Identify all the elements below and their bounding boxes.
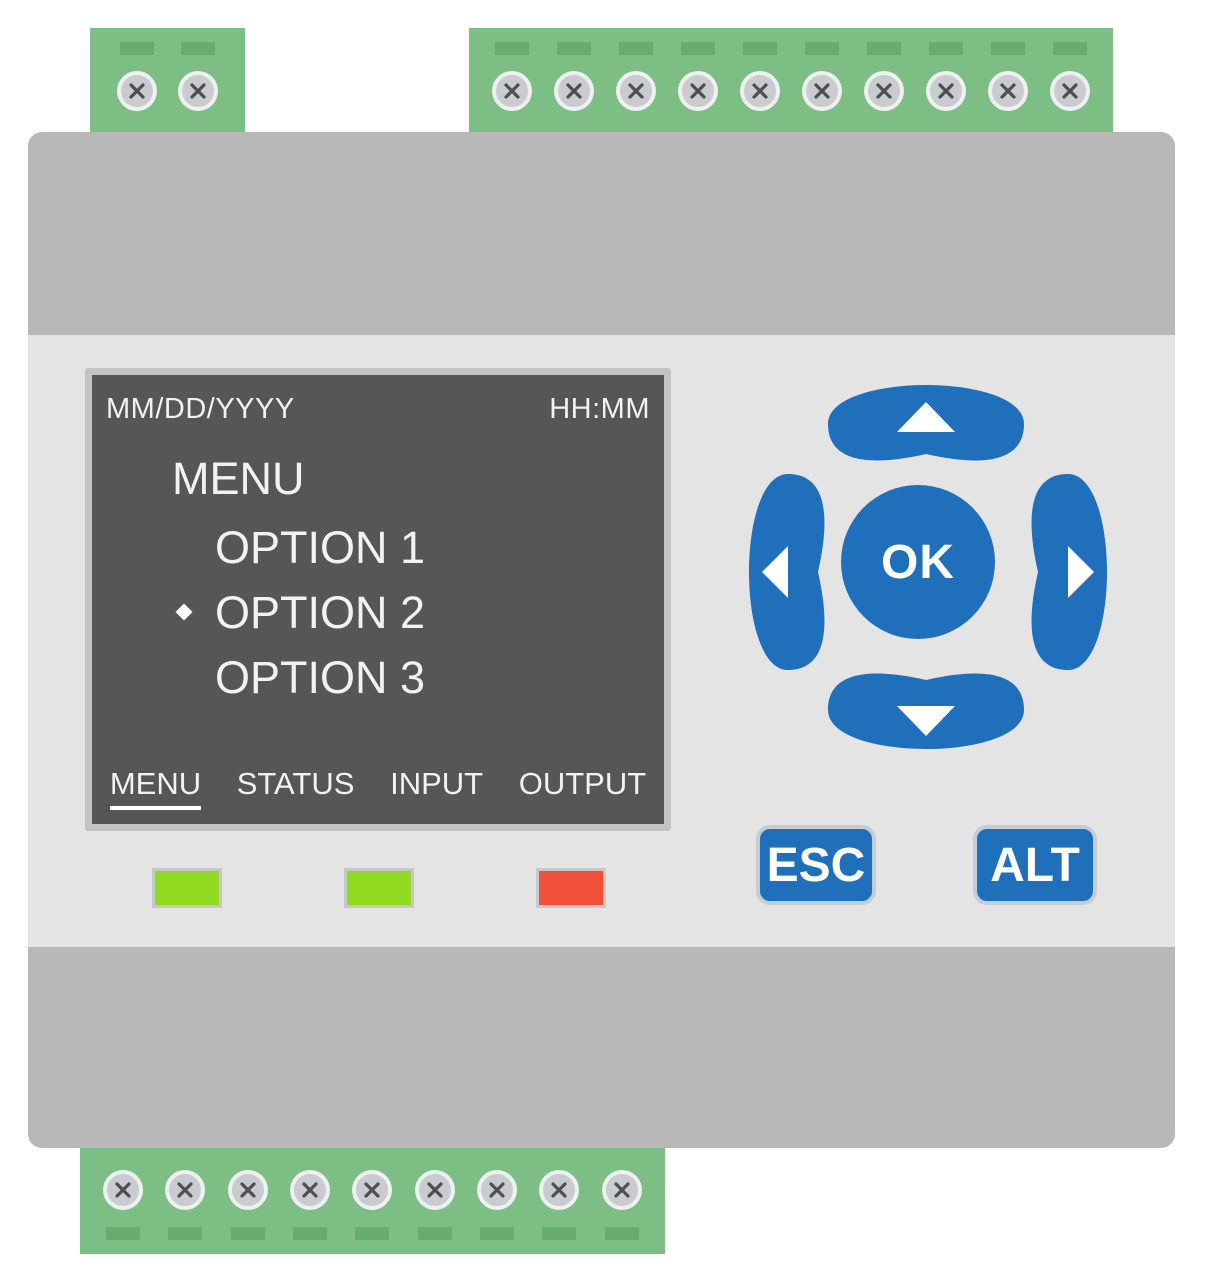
lcd-option-label: OPTION 2: [215, 587, 426, 638]
lcd-option-label: OPTION 1: [215, 522, 426, 573]
lcd-date: MM/DD/YYYY: [106, 393, 295, 425]
screw-icon: [988, 71, 1028, 111]
screw-icon: [477, 1170, 518, 1210]
screw-icon: [539, 1170, 580, 1210]
terminal: [472, 1148, 522, 1254]
terminal: [735, 28, 785, 132]
plc-housing: MM/DD/YYYY HH:MM MENU OPTION 1 OPTION 2 …: [28, 132, 1175, 1148]
screw-icon: [802, 71, 842, 111]
terminal: [983, 28, 1033, 132]
terminal-slot: [619, 42, 653, 55]
terminal-slot: [542, 1227, 577, 1240]
terminal: [98, 1148, 148, 1254]
screw-icon: [103, 1170, 144, 1210]
terminal-slot: [495, 42, 529, 55]
left-button[interactable]: [749, 474, 825, 670]
terminal-block-bottom: [80, 1148, 665, 1254]
screw-icon: [601, 1170, 642, 1210]
terminal-slot: [106, 1227, 141, 1240]
terminal: [549, 28, 599, 132]
terminal: [347, 1148, 397, 1254]
status-led-2: [344, 868, 414, 908]
directional-keypad: OK: [728, 372, 1128, 772]
terminal: [410, 1148, 460, 1254]
screw-icon: [492, 71, 532, 111]
terminal-slot: [417, 1227, 452, 1240]
terminal-slot: [743, 42, 777, 55]
terminal: [859, 28, 909, 132]
status-led-3: [536, 868, 606, 908]
screw-icon: [116, 71, 157, 111]
lcd-option-3[interactable]: OPTION 3: [172, 645, 425, 710]
terminal: [223, 1148, 273, 1254]
screw-icon: [678, 71, 718, 111]
up-button[interactable]: [828, 385, 1024, 461]
terminal: [160, 1148, 210, 1254]
tab-status[interactable]: STATUS: [237, 766, 355, 810]
terminal-slot: [805, 42, 839, 55]
tab-output[interactable]: OUTPUT: [519, 766, 646, 810]
tab-input[interactable]: INPUT: [390, 766, 483, 810]
screw-icon: [352, 1170, 393, 1210]
screw-icon: [178, 71, 219, 111]
screw-icon: [1050, 71, 1090, 111]
lcd-menu-title: MENU: [172, 453, 305, 504]
esc-button[interactable]: ESC: [756, 825, 876, 905]
lcd-bezel: MM/DD/YYYY HH:MM MENU OPTION 1 OPTION 2 …: [85, 368, 671, 831]
terminal-slot: [230, 1227, 265, 1240]
terminal: [112, 28, 162, 132]
terminal-slot: [355, 1227, 390, 1240]
screw-icon: [290, 1170, 331, 1210]
terminal: [921, 28, 971, 132]
screw-icon: [554, 71, 594, 111]
terminal: [534, 1148, 584, 1254]
lcd-option-1[interactable]: OPTION 1: [172, 515, 425, 580]
terminal-slot: [867, 42, 901, 55]
lcd-screen: MM/DD/YYYY HH:MM MENU OPTION 1 OPTION 2 …: [92, 375, 664, 824]
ok-button[interactable]: OK: [841, 485, 995, 639]
screw-icon: [616, 71, 656, 111]
terminal: [611, 28, 661, 132]
terminal-slot: [181, 42, 216, 55]
screw-icon: [227, 1170, 268, 1210]
down-button[interactable]: [828, 673, 1024, 749]
terminal: [597, 1148, 647, 1254]
terminal: [487, 28, 537, 132]
terminal-block-top-right: [469, 28, 1113, 132]
terminal-slot: [681, 42, 715, 55]
terminal-slot: [119, 42, 154, 55]
right-button[interactable]: [1031, 474, 1107, 670]
terminal-slot: [929, 42, 963, 55]
status-led-1: [152, 868, 222, 908]
tab-menu[interactable]: MENU: [109, 766, 202, 810]
screw-icon: [414, 1170, 455, 1210]
terminal-slot: [557, 42, 591, 55]
terminal-slot: [1053, 42, 1087, 55]
lcd-option-label: OPTION 3: [215, 652, 426, 703]
screw-icon: [740, 71, 780, 111]
lcd-option-list: OPTION 1 OPTION 2 OPTION 3: [172, 515, 425, 710]
terminal-block-top-left: [90, 28, 245, 132]
terminal: [285, 1148, 335, 1254]
terminal-slot: [991, 42, 1025, 55]
alt-button[interactable]: ALT: [973, 825, 1097, 905]
terminal: [797, 28, 847, 132]
terminal-slot: [293, 1227, 328, 1240]
terminal-slot: [168, 1227, 203, 1240]
terminal-slot: [604, 1227, 639, 1240]
terminal: [173, 28, 223, 132]
selection-diamond-icon: [175, 603, 193, 621]
screw-icon: [165, 1170, 206, 1210]
screw-icon: [926, 71, 966, 111]
lcd-option-2[interactable]: OPTION 2: [172, 580, 425, 645]
terminal: [673, 28, 723, 132]
screw-icon: [864, 71, 904, 111]
lcd-tab-bar: MENU STATUS INPUT OUTPUT: [92, 766, 664, 810]
terminal: [1045, 28, 1095, 132]
terminal-slot: [480, 1227, 515, 1240]
lcd-time: HH:MM: [549, 393, 650, 425]
